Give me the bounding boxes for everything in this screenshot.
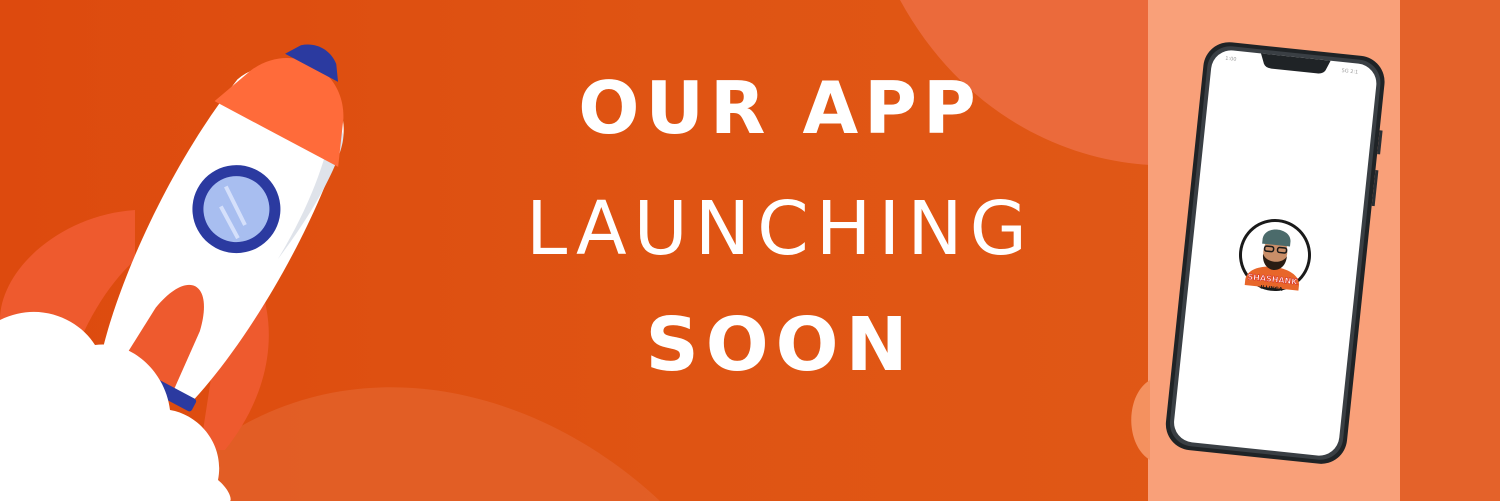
status-left: 1:00 bbox=[1225, 56, 1237, 63]
smartphone-icon: 1:00 5G 2:1 SHASHANK ILLINGA bbox=[1165, 42, 1385, 464]
launch-banner: OUR APP LAUNCHING SOON 1:00 5G 2:1 SHASH… bbox=[0, 0, 1500, 501]
